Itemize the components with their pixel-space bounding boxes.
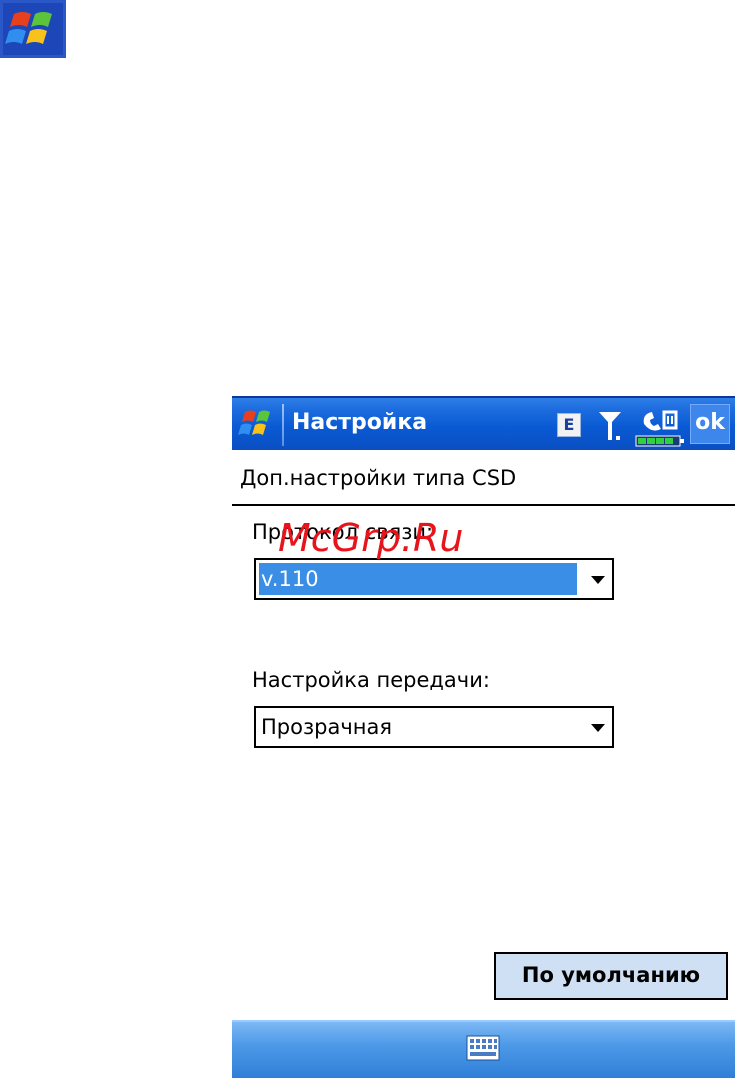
header-divider	[232, 504, 735, 506]
windows-flag-icon	[0, 0, 66, 58]
dropdown-arrow-icon[interactable]	[591, 724, 605, 732]
windows-flag-icon[interactable]	[236, 406, 278, 444]
protocol-select[interactable]: v.110	[254, 558, 614, 600]
window-title: Настройка	[292, 410, 428, 435]
device-screen: Настройка E ok Доп.настройки типа CSD Пр…	[232, 396, 735, 1078]
transfer-select[interactable]: Прозрачная	[254, 706, 614, 748]
page-title: Доп.настройки типа CSD	[240, 466, 517, 490]
default-button[interactable]: По умолчанию	[494, 952, 728, 1000]
signal-antenna-icon[interactable]	[596, 408, 624, 444]
keyboard-icon[interactable]	[466, 1035, 500, 1061]
protocol-label: Протокол связи:	[252, 520, 434, 544]
edge-network-icon[interactable]: E	[557, 413, 581, 437]
ok-button[interactable]: ok	[690, 404, 730, 444]
title-bar: Настройка E ok	[232, 396, 735, 450]
transfer-label: Настройка передачи:	[252, 668, 490, 692]
protocol-selected-value: v.110	[259, 563, 577, 595]
transfer-selected-value: Прозрачная	[261, 715, 392, 739]
menu-bar	[232, 1020, 735, 1078]
phone-battery-icon[interactable]	[634, 406, 688, 450]
title-separator	[282, 404, 284, 446]
dropdown-arrow-icon[interactable]	[591, 576, 605, 584]
